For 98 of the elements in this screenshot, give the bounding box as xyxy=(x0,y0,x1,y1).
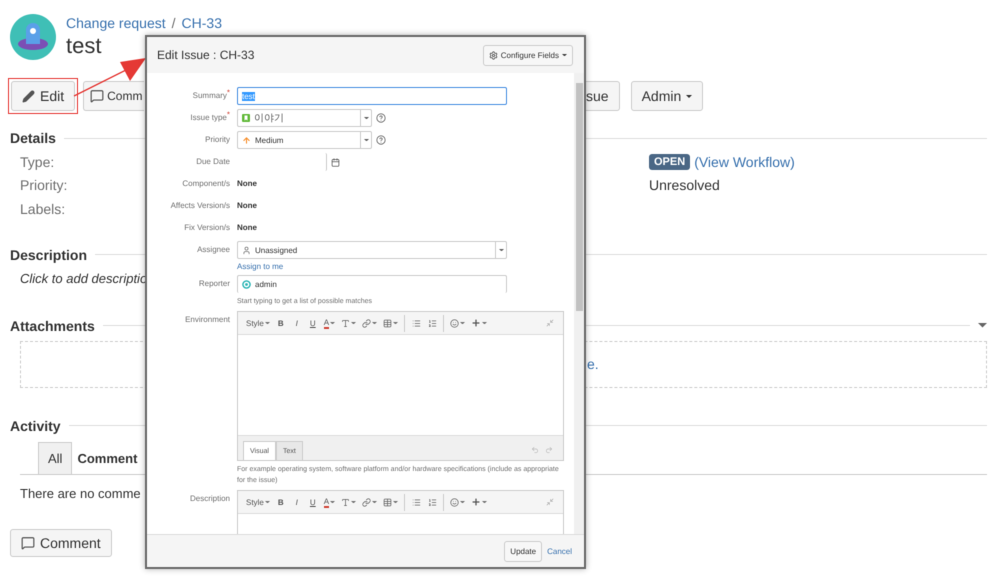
field-label: Type: xyxy=(19,154,56,170)
table-icon xyxy=(383,318,392,328)
speech-bubble-icon xyxy=(90,89,104,103)
breadcrumb-link[interactable]: CH-33 xyxy=(182,15,222,31)
comment-button[interactable]: Comment xyxy=(10,528,112,556)
plus-icon xyxy=(471,318,482,328)
bookmark-icon xyxy=(242,114,250,122)
cancel-link[interactable]: Cancel xyxy=(547,546,572,556)
user-icon xyxy=(242,246,251,254)
description-prompt[interactable]: Click to add descriptio xyxy=(20,270,148,286)
smiley-icon xyxy=(450,498,460,506)
avatar-icon xyxy=(242,280,251,289)
speech-bubble-icon xyxy=(21,536,35,550)
font-size-icon xyxy=(341,498,350,506)
select-field[interactable]: Medium xyxy=(237,131,372,149)
style-menu[interactable]: Style xyxy=(244,494,272,510)
comment-button[interactable]: Comm xyxy=(83,81,144,111)
caret-icon xyxy=(460,500,466,504)
underline-button[interactable]: U xyxy=(306,494,320,510)
numbered-list-icon xyxy=(428,498,437,506)
dialog-title: Edit Issue : CH-33 xyxy=(157,48,254,62)
issue-title: test xyxy=(66,33,102,59)
caret-icon xyxy=(330,500,336,504)
caret-icon xyxy=(393,500,398,504)
project-avatar xyxy=(10,14,56,60)
field-label: Priority: xyxy=(19,177,68,194)
field-label: Priority xyxy=(204,134,230,146)
plus-icon xyxy=(471,497,482,507)
scrollbar[interactable] xyxy=(574,73,584,534)
resolution-value: Unresolved xyxy=(649,177,720,194)
bold-button[interactable]: B xyxy=(274,494,288,510)
select-field[interactable]: 이야기 xyxy=(237,109,372,127)
breadcrumb-separator: / xyxy=(172,15,176,31)
italic-button[interactable]: I xyxy=(290,314,304,332)
caret-icon xyxy=(372,500,378,504)
calendar-icon xyxy=(331,158,340,166)
font-size-icon xyxy=(341,318,350,328)
link-icon xyxy=(362,498,372,506)
bullet-list-icon xyxy=(412,498,421,506)
collapse-icon xyxy=(546,498,554,506)
pencil-icon xyxy=(22,90,35,102)
rich-text-editor[interactable]: Style B I U A xyxy=(237,490,564,534)
admin-menu-button[interactable]: Admin xyxy=(630,81,704,111)
caret-icon xyxy=(686,94,692,98)
redo-icon xyxy=(545,446,553,454)
update-button[interactable]: Update xyxy=(504,540,542,562)
italic-button[interactable]: I xyxy=(290,494,304,510)
section-heading: Attachments xyxy=(10,318,95,334)
action-button[interactable]: sue xyxy=(586,81,620,111)
field-label: Labels: xyxy=(19,200,66,217)
field-value: None xyxy=(237,200,258,212)
style-menu[interactable]: Style xyxy=(244,314,272,332)
numbered-list-icon xyxy=(428,318,437,328)
underline-button[interactable]: U xyxy=(306,314,320,332)
caret-icon xyxy=(562,54,567,56)
activity-tab[interactable]: All xyxy=(38,442,72,474)
select-field[interactable]: Unassigned xyxy=(237,241,507,259)
text-color-button[interactable]: A xyxy=(322,494,338,510)
field-label: Summary* xyxy=(192,87,230,102)
field-label: Description xyxy=(188,493,230,505)
caret-icon xyxy=(264,500,270,504)
assign-link[interactable]: Assign to me xyxy=(237,262,284,271)
field-label: Affects Version/s xyxy=(170,200,230,212)
breadcrumb-link[interactable]: Change request xyxy=(66,15,166,31)
collapse-icon xyxy=(546,319,554,327)
caret-icon xyxy=(498,248,504,252)
field-value: None xyxy=(237,178,258,190)
bullet-list-icon xyxy=(412,318,421,328)
up-arrow-icon xyxy=(242,136,251,144)
edit-button[interactable]: Edit xyxy=(11,81,76,111)
field-label: Reporter xyxy=(198,278,230,290)
field-label: Assignee xyxy=(196,244,230,256)
text-color-button[interactable]: A xyxy=(322,314,338,332)
table-icon xyxy=(383,498,392,506)
configure-fields-button[interactable]: Configure Fields xyxy=(482,44,573,66)
workflow-link[interactable]: (View Workflow) xyxy=(694,154,795,170)
empty-message: There are no comme xyxy=(20,486,141,500)
gear-icon xyxy=(488,50,498,60)
bold-button[interactable]: B xyxy=(274,314,288,332)
caret-icon xyxy=(351,500,356,504)
field-label: Issue type* xyxy=(189,109,230,124)
section-heading: Description xyxy=(10,246,88,262)
user-field[interactable]: admin xyxy=(237,275,507,293)
browse-link[interactable]: e. xyxy=(587,356,986,372)
field-label: Component/s xyxy=(181,178,230,190)
section-heading: Activity xyxy=(10,418,61,434)
field-label: Environment xyxy=(184,314,230,326)
caret-icon xyxy=(978,323,987,328)
caret-icon xyxy=(364,116,368,120)
undo-icon xyxy=(531,446,539,454)
field-value: None xyxy=(237,222,258,234)
caret-icon xyxy=(482,500,488,504)
link-icon xyxy=(362,318,372,328)
smiley-icon xyxy=(450,318,460,328)
field-label: Due Date xyxy=(195,156,230,168)
field-label: Fix Version/s xyxy=(183,222,230,234)
section-heading: Details xyxy=(10,130,56,146)
status-lozenge: OPEN xyxy=(649,154,690,170)
